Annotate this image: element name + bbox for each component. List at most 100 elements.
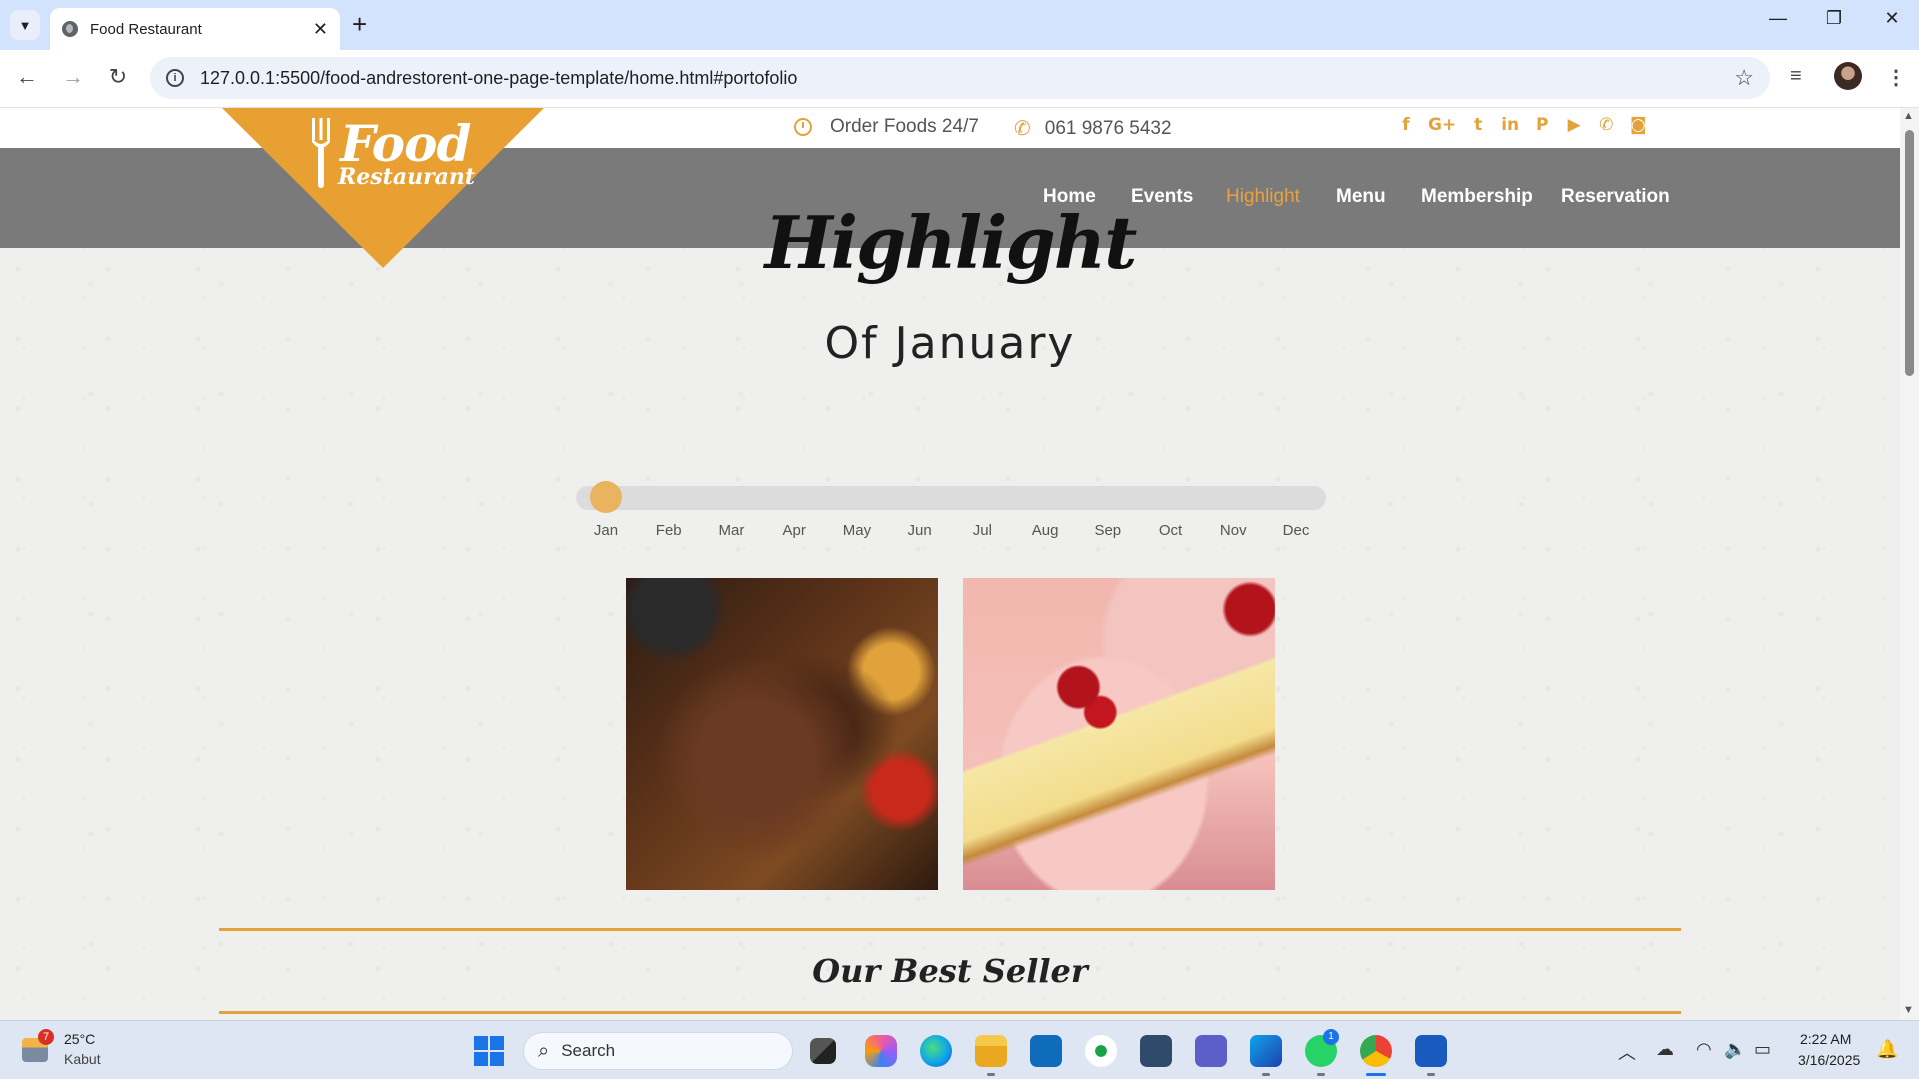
order-text: Order Foods 24/7 [830, 116, 979, 137]
edge-icon[interactable] [920, 1035, 952, 1067]
weather-badge: 7 [38, 1029, 54, 1045]
start-button[interactable] [474, 1036, 504, 1066]
running-indicator [1317, 1073, 1325, 1076]
twitter-icon[interactable]: t [1468, 115, 1488, 135]
teams-icon[interactable] [1195, 1035, 1227, 1067]
highlight-subtitle: Of January [824, 318, 1076, 369]
month-slider[interactable] [576, 481, 1326, 513]
notification-bell-icon[interactable]: 🔔 [1876, 1039, 1898, 1060]
chevron-up-icon[interactable]: ︿ [1618, 1039, 1636, 1065]
weather-temperature[interactable]: 25°C [64, 1031, 95, 1047]
new-tab-button[interactable]: + [352, 11, 367, 37]
site-info-icon[interactable]: i [166, 69, 184, 87]
outlook-icon[interactable] [1030, 1035, 1062, 1067]
close-tab-icon[interactable]: ✕ [313, 19, 328, 40]
phone-icon: ✆ [1014, 118, 1031, 140]
globe-icon [62, 21, 78, 37]
month-label[interactable]: Sep [1094, 522, 1121, 539]
grilled-steak-photo[interactable] [626, 578, 938, 890]
facebook-icon[interactable]: f [1396, 115, 1416, 135]
camera-icon[interactable]: ◙ [1628, 115, 1648, 135]
bookmark-star-icon[interactable]: ☆ [1734, 65, 1754, 91]
clock-date[interactable]: 3/16/2025 [1798, 1052, 1860, 1068]
highlight-title: Highlight [764, 200, 1138, 285]
section-divider-top [219, 928, 1681, 931]
clock-icon [794, 118, 812, 136]
wifi-icon[interactable]: ◠ [1696, 1039, 1712, 1060]
fork-icon [312, 118, 330, 188]
task-view-icon[interactable] [810, 1038, 836, 1064]
mysql-workbench-icon[interactable] [1140, 1035, 1172, 1067]
cheesecake-photo[interactable] [963, 578, 1275, 890]
tab-title: Food Restaurant [90, 20, 202, 38]
vscode-icon[interactable] [1250, 1035, 1282, 1067]
media-control-icon[interactable]: ≡ [1790, 65, 1802, 88]
windows-logo-tile [474, 1036, 488, 1050]
mongodb-compass-icon[interactable] [1085, 1035, 1117, 1067]
browser-tab[interactable]: Food Restaurant ✕ [50, 8, 340, 50]
word-icon[interactable] [1415, 1035, 1447, 1067]
taskbar-search[interactable]: ⌕ Search [523, 1032, 793, 1070]
month-label[interactable]: Jul [973, 522, 992, 539]
month-labels: Jan Feb Mar Apr May Jun Jul Aug Sep Oct … [576, 522, 1326, 544]
volume-icon[interactable]: 🔈 [1724, 1039, 1746, 1060]
browser-tab-strip: ▼ Food Restaurant ✕ + — ❐ ✕ [0, 0, 1919, 50]
copilot-icon[interactable] [865, 1035, 897, 1067]
slider-handle[interactable] [590, 481, 622, 513]
pinterest-icon[interactable]: P [1532, 115, 1552, 135]
page-viewport: Order Foods 24/7 ✆ 061 9876 5432 f G+ t … [0, 108, 1919, 1020]
phone-info: ✆ 061 9876 5432 [1014, 116, 1172, 141]
more-menu-icon[interactable]: ⋮ [1886, 65, 1906, 90]
browser-toolbar: ← → ↻ i 127.0.0.1:5500/food-andrestorent… [0, 50, 1919, 108]
month-label[interactable]: May [843, 522, 871, 539]
windows-taskbar: 7 25°C Kabut ⌕ Search 1 ︿ ☁ ◠ 🔈 ▭ 2:22 A… [0, 1020, 1919, 1079]
active-indicator [1366, 1073, 1386, 1076]
profile-avatar[interactable] [1834, 62, 1862, 90]
month-label[interactable]: Feb [656, 522, 682, 539]
month-label[interactable]: Jan [594, 522, 618, 539]
onedrive-icon[interactable]: ☁ [1656, 1039, 1674, 1060]
close-window-icon[interactable]: ✕ [1872, 8, 1912, 29]
page-scrollbar[interactable]: ▲ ▼ [1900, 108, 1919, 1020]
tab-search-button[interactable]: ▼ [10, 10, 40, 40]
month-label[interactable]: Oct [1159, 522, 1182, 539]
youtube-icon[interactable]: ▶ [1564, 115, 1584, 135]
clock-time[interactable]: 2:22 AM [1800, 1031, 1851, 1047]
month-label[interactable]: Aug [1032, 522, 1059, 539]
chevron-down-icon: ▼ [18, 17, 32, 33]
back-icon[interactable]: ← [12, 64, 42, 90]
minimize-icon[interactable]: — [1758, 8, 1798, 29]
scroll-thumb[interactable] [1905, 130, 1914, 376]
month-label[interactable]: Dec [1283, 522, 1310, 539]
battery-icon[interactable]: ▭ [1754, 1039, 1771, 1060]
windows-logo-tile [490, 1036, 504, 1050]
reload-icon[interactable]: ↻ [103, 64, 133, 90]
month-label[interactable]: Jun [908, 522, 932, 539]
address-bar[interactable]: i 127.0.0.1:5500/food-andrestorent-one-p… [150, 57, 1770, 99]
file-explorer-icon[interactable] [975, 1035, 1007, 1067]
social-links: f G+ t in P ▶ ✆ ◙ [1396, 115, 1648, 135]
month-label[interactable]: Mar [719, 522, 745, 539]
running-indicator [987, 1073, 995, 1076]
month-label[interactable]: Apr [783, 522, 806, 539]
url-text[interactable]: 127.0.0.1:5500/food-andrestorent-one-pag… [200, 68, 1734, 89]
search-placeholder: Search [561, 1041, 616, 1060]
scroll-down-icon[interactable]: ▼ [1903, 1004, 1914, 1016]
phone-icon[interactable]: ✆ [1596, 115, 1616, 135]
month-label[interactable]: Nov [1220, 522, 1247, 539]
windows-logo-tile [474, 1052, 488, 1066]
linkedin-icon[interactable]: in [1500, 115, 1520, 135]
scroll-up-icon[interactable]: ▲ [1903, 110, 1914, 122]
running-indicator [1427, 1073, 1435, 1076]
restore-icon[interactable]: ❐ [1814, 8, 1854, 29]
forward-icon[interactable]: → [58, 64, 88, 90]
windows-logo-tile [490, 1052, 504, 1066]
search-icon: ⌕ [538, 1039, 550, 1062]
whatsapp-badge: 1 [1323, 1029, 1339, 1045]
google-plus-icon[interactable]: G+ [1428, 115, 1456, 135]
weather-condition[interactable]: Kabut [64, 1051, 101, 1067]
running-indicator [1262, 1073, 1270, 1076]
chrome-icon[interactable] [1360, 1035, 1392, 1067]
best-seller-title: Our Best Seller [812, 952, 1088, 990]
logo-subtitle: Restaurant [338, 164, 476, 190]
